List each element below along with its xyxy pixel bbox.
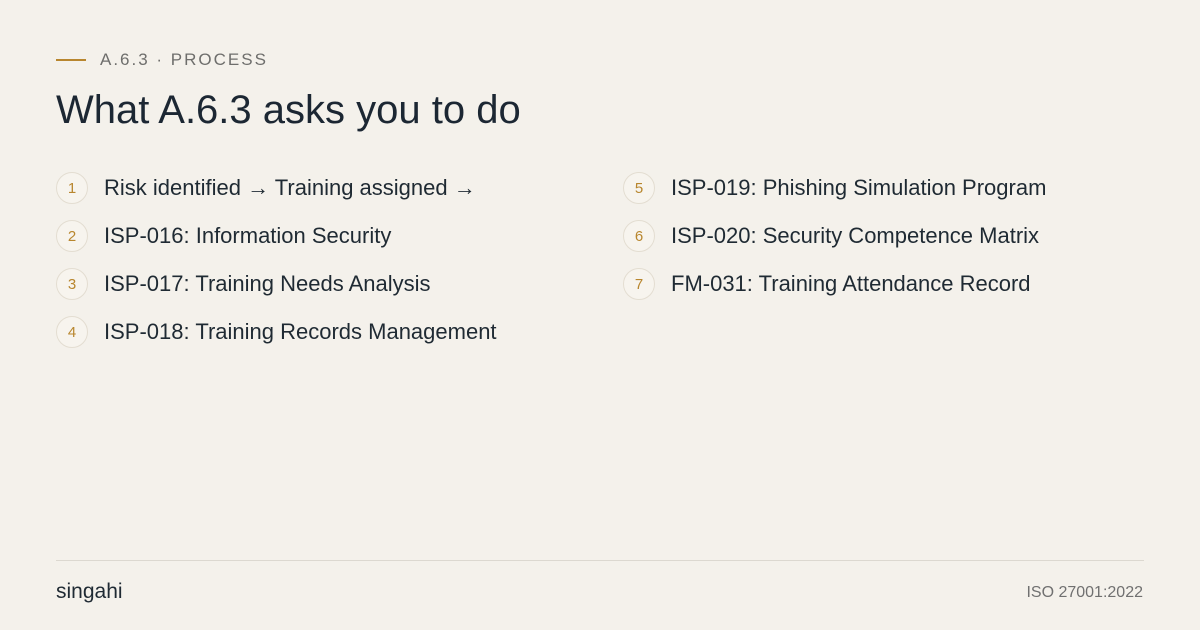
step-number-badge: 6 <box>623 220 655 252</box>
page-title: What A.6.3 asks you to do <box>56 88 521 132</box>
brand-wordmark: singahi <box>56 580 123 603</box>
process-step: 6 ISP-020: Security Competence Matrix <box>623 212 1144 260</box>
step-number-badge: 1 <box>56 172 88 204</box>
step-label: ISP-020: Security Competence Matrix <box>671 223 1040 248</box>
step-label: FM-031: Training Attendance Record <box>671 271 1031 296</box>
step-label: ISP-017: Training Needs Analysis <box>104 271 431 296</box>
eyebrow-label: A.6.3 · PROCESS <box>100 50 268 69</box>
process-step: 3 ISP-017: Training Needs Analysis <box>56 260 623 308</box>
step-label: ISP-018: Training Records Management <box>104 319 497 344</box>
eyebrow-accent-rule <box>56 59 86 61</box>
process-step: 4 ISP-018: Training Records Management <box>56 308 623 356</box>
process-steps-list: 1 Risk identified → Training assigned → … <box>56 164 1144 356</box>
standard-label: ISO 27001:2022 <box>1026 584 1143 601</box>
process-step: 1 Risk identified → Training assigned → <box>56 164 623 212</box>
step-number-badge: 7 <box>623 268 655 300</box>
process-step: 7 FM-031: Training Attendance Record <box>623 260 1144 308</box>
step-number-badge: 4 <box>56 316 88 348</box>
section-eyebrow: A.6.3 · PROCESS <box>56 48 268 72</box>
step-label: ISP-019: Phishing Simulation Program <box>671 175 1047 200</box>
process-step: 2 ISP-016: Information Security <box>56 212 623 260</box>
step-number-badge: 5 <box>623 172 655 204</box>
step-number-badge: 2 <box>56 220 88 252</box>
step-label: ISP-016: Information Security <box>104 223 392 248</box>
footer-divider <box>56 560 1144 561</box>
process-step: 5 ISP-019: Phishing Simulation Program <box>623 164 1144 212</box>
step-number-badge: 3 <box>56 268 88 300</box>
step-label: Risk identified → Training assigned → <box>104 175 476 200</box>
